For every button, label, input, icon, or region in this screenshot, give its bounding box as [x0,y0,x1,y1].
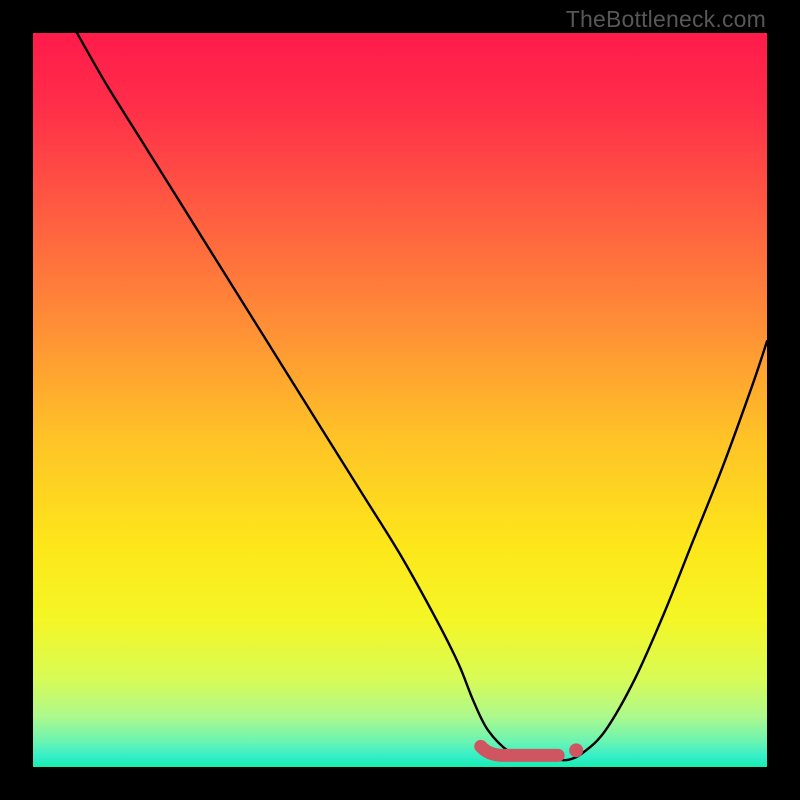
chart-frame: TheBottleneck.com [0,0,800,800]
watermark: TheBottleneck.com [566,6,766,33]
bottleneck-curve [33,33,767,767]
plot-area [33,33,767,767]
